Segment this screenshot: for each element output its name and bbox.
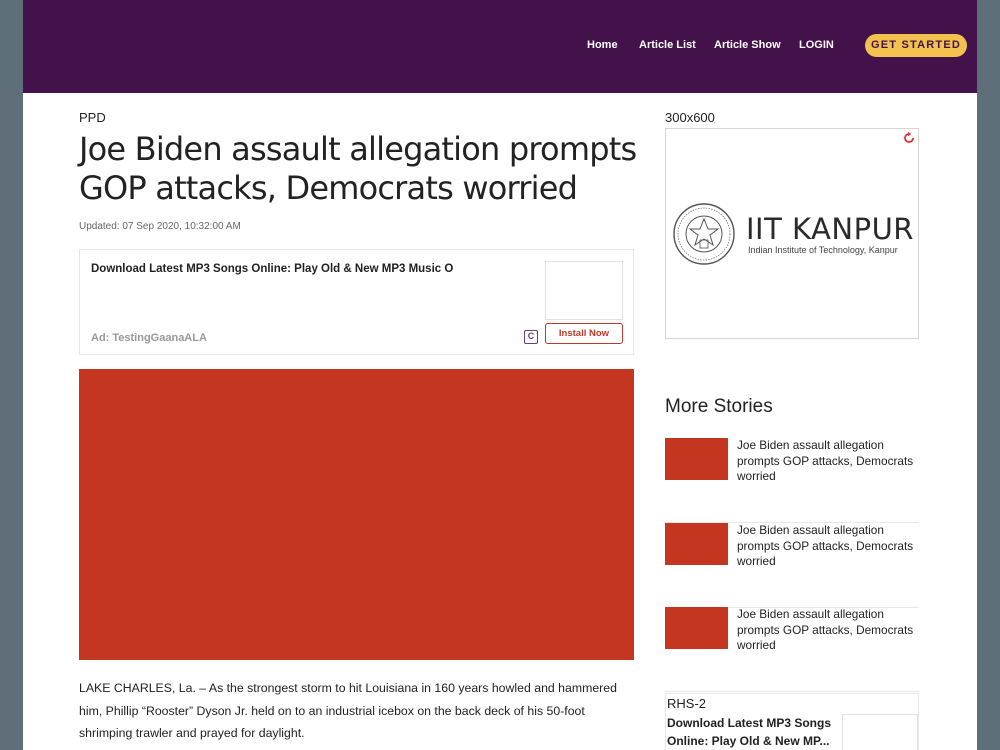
story-title[interactable]: Joe Biden assault allegation prompts GOP… — [737, 607, 919, 654]
ad-thumbnail[interactable] — [545, 261, 623, 320]
story-title[interactable]: Joe Biden assault allegation prompts GOP… — [737, 438, 919, 485]
iit-kanpur-logo-subtitle: Indian Institute of Technology, Kanpur — [748, 245, 898, 255]
article-headline: Joe Biden assault allegation prompts GOP… — [79, 130, 637, 207]
article-body-paragraph: LAKE CHARLES, La. – As the strongest sto… — [79, 681, 617, 740]
story-item[interactable]: Joe Biden assault allegation prompts GOP… — [665, 523, 919, 608]
rail-ad-size-label: 300x600 — [665, 110, 715, 125]
install-now-button[interactable]: Install Now — [545, 323, 623, 344]
story-thumbnail[interactable] — [665, 438, 728, 480]
refresh-icon[interactable] — [902, 131, 916, 145]
nav-home-link[interactable]: Home — [587, 39, 618, 51]
rhs2-ad-label: RHS-2 — [667, 696, 707, 711]
adchoices-icon[interactable]: C — [524, 330, 538, 344]
ad-title[interactable]: Download Latest MP3 Songs Online: Play O… — [91, 263, 521, 275]
more-stories-title: More Stories — [665, 396, 773, 417]
ad-sponsor: Ad: TestingGaanaALA — [91, 332, 207, 344]
rail-display-ad[interactable]: IIT KANPUR Indian Institute of Technolog… — [665, 128, 919, 339]
rhs2-ad-title[interactable]: Download Latest MP3 Songs Online: Play O… — [667, 715, 839, 750]
rhs2-ad[interactable]: RHS-2 Download Latest MP3 Songs Online: … — [665, 693, 919, 750]
iit-kanpur-logo-title: IIT KANPUR — [746, 212, 914, 246]
article-hero-image — [79, 369, 634, 660]
nav-login-link[interactable]: LOGIN — [799, 39, 834, 51]
story-title[interactable]: Joe Biden assault allegation prompts GOP… — [737, 523, 919, 570]
iit-kanpur-seal-icon — [673, 203, 735, 265]
article-section-label: PPD — [79, 110, 106, 125]
nav-article-show-link[interactable]: Article Show — [714, 39, 781, 51]
nav-article-list-link[interactable]: Article List — [639, 39, 696, 51]
get-started-button[interactable]: GET STARTED — [865, 34, 967, 57]
story-item[interactable]: Joe Biden assault allegation prompts GOP… — [665, 607, 919, 692]
rhs2-ad-thumbnail[interactable] — [842, 714, 918, 750]
story-item[interactable]: Joe Biden assault allegation prompts GOP… — [665, 438, 919, 523]
site-header: Home Article List Article Show LOGIN GET… — [23, 0, 977, 93]
article-updated-timestamp: Updated: 07 Sep 2020, 10:32:00 AM — [79, 221, 241, 232]
page: Home Article List Article Show LOGIN GET… — [23, 0, 977, 750]
inline-ad[interactable]: Download Latest MP3 Songs Online: Play O… — [79, 249, 634, 355]
story-thumbnail[interactable] — [665, 607, 728, 649]
story-thumbnail[interactable] — [665, 523, 728, 565]
